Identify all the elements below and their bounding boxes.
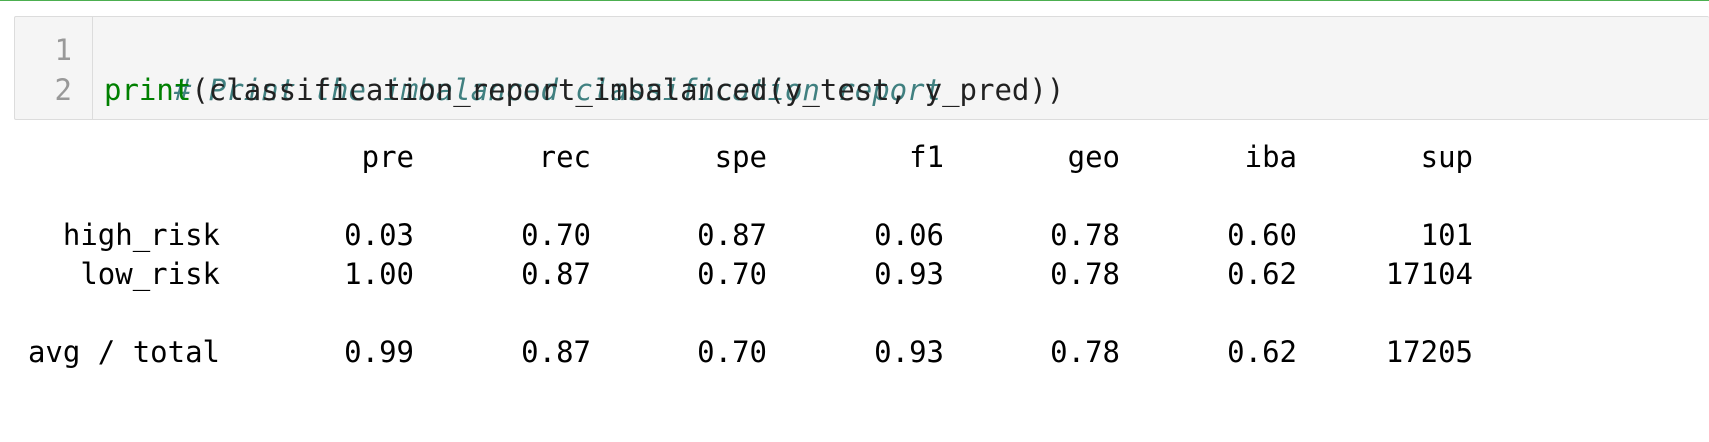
table-cell: 101 xyxy=(1420,218,1473,252)
table-cell: 0.78 xyxy=(1050,335,1120,369)
table-cell: 0.78 xyxy=(1050,218,1120,252)
table-cell: 0.03 xyxy=(344,218,414,252)
line-number-gutter: 1 2 xyxy=(15,17,93,119)
line-number: 1 xyxy=(54,33,72,67)
code-call: (classification_report_imbalanced(y_test… xyxy=(191,73,1065,107)
code-input-area[interactable]: 1 2 # Print the imbalanced classificatio… xyxy=(14,16,1709,120)
table-cell: 0.70 xyxy=(697,257,767,291)
table-cell: 17104 xyxy=(1385,257,1473,291)
table-cell: 0.70 xyxy=(521,218,591,252)
table-cell: 17205 xyxy=(1385,335,1473,369)
table-cell: 0.93 xyxy=(874,335,944,369)
table-cell: 0.87 xyxy=(521,335,591,369)
line-number: 2 xyxy=(54,73,72,107)
header-iba: iba xyxy=(1244,140,1297,174)
table-cell: 0.87 xyxy=(697,218,767,252)
table-cell: 0.78 xyxy=(1050,257,1120,291)
table-cell: 0.87 xyxy=(521,257,591,291)
table-cell: 0.93 xyxy=(874,257,944,291)
table-cell: 0.70 xyxy=(697,335,767,369)
table-cell: 0.62 xyxy=(1227,335,1297,369)
cell-output: pre rec spe f1 geo iba sup high_risk 0.0… xyxy=(0,130,1709,430)
row-label-high-risk: high_risk xyxy=(62,218,220,252)
row-label-low-risk: low_risk xyxy=(80,257,220,291)
header-pre: pre xyxy=(361,140,414,174)
header-sup: sup xyxy=(1420,140,1473,174)
header-spe: spe xyxy=(714,140,767,174)
code-line-2[interactable]: print(classification_report_imbalanced(y… xyxy=(104,70,1064,110)
table-cell: 0.62 xyxy=(1227,257,1297,291)
row-label-avg-total: avg / total xyxy=(27,335,220,369)
header-f1: f1 xyxy=(909,140,944,174)
table-cell: 0.06 xyxy=(874,218,944,252)
table-cell: 1.00 xyxy=(344,257,414,291)
table-cell: 0.60 xyxy=(1227,218,1297,252)
header-rec: rec xyxy=(538,140,591,174)
table-cell: 0.99 xyxy=(344,335,414,369)
builtin-print: print xyxy=(104,73,192,107)
header-geo: geo xyxy=(1067,140,1120,174)
active-cell-indicator xyxy=(0,0,1709,1)
